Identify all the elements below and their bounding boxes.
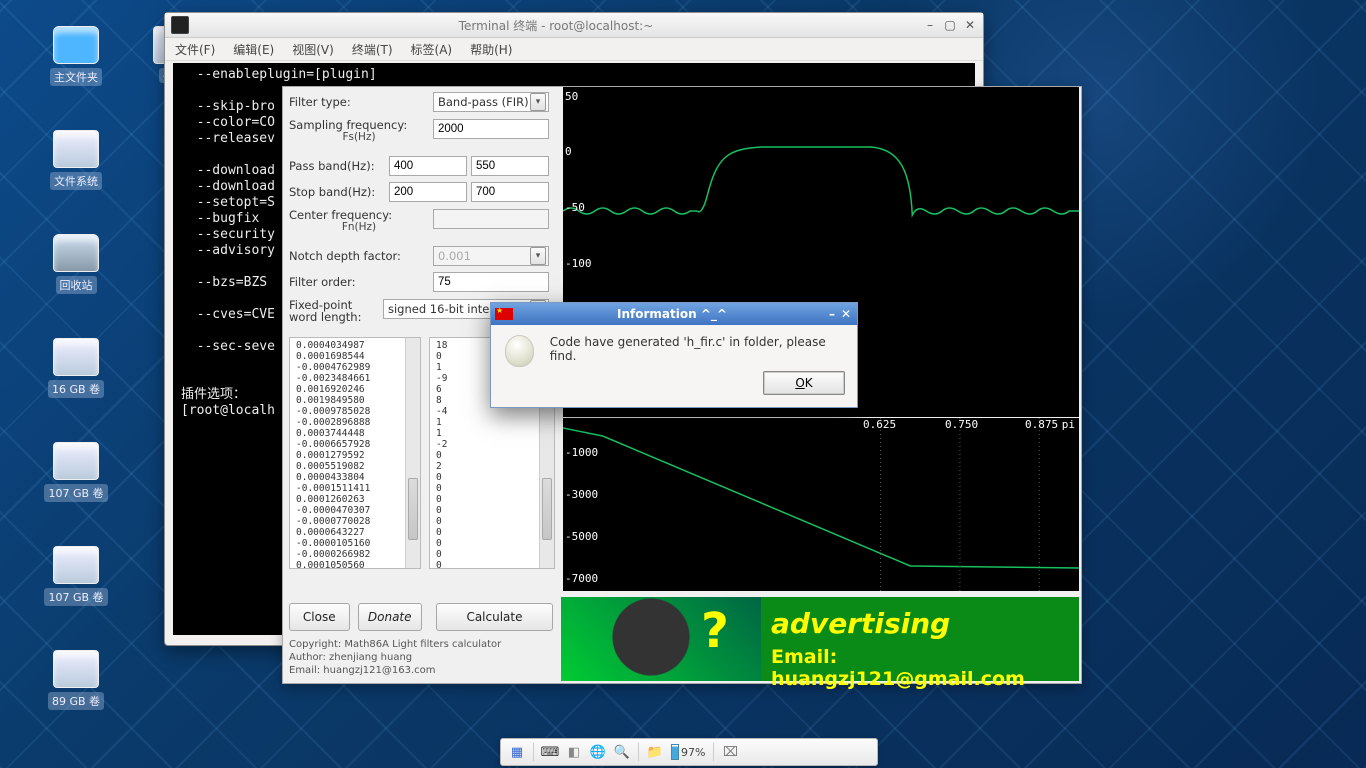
donate-button[interactable]: Donate xyxy=(358,603,422,631)
close-button[interactable]: ✕ xyxy=(963,18,977,32)
bottom-panel[interactable]: ▦ ⌨ ◧ 🌐 🔍 📁 97% ⌧ xyxy=(500,738,878,766)
menu-edit[interactable]: 编辑(E) xyxy=(233,41,274,58)
desktop-icon-drive[interactable]: 89 GB 卷 xyxy=(36,650,116,710)
credits: Copyright: Math86A Light filters calcula… xyxy=(289,638,501,677)
menu-view[interactable]: 视图(V) xyxy=(292,41,334,58)
notch-select: 0.001▾ xyxy=(433,246,549,266)
label-wordlen: Fixed-pointword length: xyxy=(289,299,379,323)
desktop-icon-trash[interactable]: 回收站 xyxy=(36,234,116,294)
filter-button-bar: Close Donate Calculate xyxy=(283,599,559,635)
close-button[interactable]: ✕ xyxy=(839,307,853,321)
chevron-down-icon: ▾ xyxy=(530,247,546,265)
dialog-titlebar[interactable]: Information ^_^ – ✕ xyxy=(491,303,857,325)
drive-icon xyxy=(53,546,99,584)
desktop-icon-home[interactable]: 主文件夹 xyxy=(36,26,116,86)
drive-icon xyxy=(53,442,99,480)
globe-icon[interactable]: 🌐 xyxy=(590,744,606,760)
dialog-title: Information ^_^ xyxy=(519,307,825,321)
advert-banner[interactable]: ? advertising Email: huangzj121@gmail.co… xyxy=(561,597,1079,681)
drive-icon xyxy=(53,650,99,688)
label-notch: Notch depth factor: xyxy=(289,250,429,262)
dialog-message: Code have generated 'h_fir.c' in folder,… xyxy=(550,335,843,363)
terminal-titlebar[interactable]: Terminal 终端 - root@localhost:~ – ▢ ✕ xyxy=(165,13,983,38)
search-icon[interactable]: 🔍 xyxy=(614,744,630,760)
desktop-icon-filesystem[interactable]: 文件系统 xyxy=(36,130,116,190)
minimize-button[interactable]: – xyxy=(923,18,937,32)
app-icon[interactable]: ◧ xyxy=(566,744,582,760)
tray-icon[interactable]: ⌧ xyxy=(722,744,738,760)
maximize-button[interactable]: ▢ xyxy=(943,18,957,32)
chevron-down-icon: ▾ xyxy=(530,93,546,111)
label-passband: Pass band(Hz): xyxy=(289,160,385,172)
flag-icon xyxy=(495,308,513,320)
label-filter-type: Filter type: xyxy=(289,96,429,108)
battery-indicator[interactable]: 97% xyxy=(671,744,705,760)
center-input xyxy=(433,209,549,229)
pcb-image: ? xyxy=(561,597,761,681)
calculate-button[interactable]: Calculate xyxy=(436,603,553,631)
phase-plot: 0.625 0.750 0.875 pi -1000 -3000 -5000 -… xyxy=(563,418,1079,591)
terminal-menubar: 文件(F) 编辑(E) 视图(V) 终端(T) 标签(A) 帮助(H) xyxy=(165,38,983,61)
ok-button[interactable]: OK xyxy=(763,371,845,395)
terminal-icon[interactable]: ⌨ xyxy=(542,744,558,760)
filter-type-select[interactable]: Band-pass (FIR)▾ xyxy=(433,92,549,112)
passband-hi-input[interactable] xyxy=(471,156,549,176)
menu-terminal[interactable]: 终端(T) xyxy=(352,41,393,58)
trash-icon xyxy=(53,234,99,272)
order-input[interactable] xyxy=(433,272,549,292)
sampling-input[interactable] xyxy=(433,119,549,139)
terminal-title: Terminal 终端 - root@localhost:~ xyxy=(195,17,917,34)
desktop-icon-drive[interactable]: 16 GB 卷 xyxy=(36,338,116,398)
stopband-hi-input[interactable] xyxy=(471,182,549,202)
wallpaper-icon[interactable]: ▦ xyxy=(509,744,525,760)
label-center: Center frequency:Fn(Hz) xyxy=(289,209,429,233)
drive-icon xyxy=(53,338,99,376)
folder-icon[interactable]: 📁 xyxy=(647,744,663,760)
minimize-button[interactable]: – xyxy=(825,307,839,321)
menu-file[interactable]: 文件(F) xyxy=(175,41,215,58)
desktop-icon-drive[interactable]: 107 GB 卷 xyxy=(36,546,116,606)
advert-title: advertising xyxy=(771,607,1069,640)
advert-email: Email: huangzj121@gmail.com xyxy=(771,646,1069,690)
stopband-lo-input[interactable] xyxy=(389,182,467,202)
coef-list-float[interactable]: 0.00040349870.0001698544-0.0004762989-0.… xyxy=(289,337,421,569)
label-order: Filter order: xyxy=(289,276,429,288)
menu-tabs[interactable]: 标签(A) xyxy=(411,41,453,58)
label-stopband: Stop band(Hz): xyxy=(289,186,385,198)
passband-lo-input[interactable] xyxy=(389,156,467,176)
desktop-icon-drive[interactable]: 107 GB 卷 xyxy=(36,442,116,502)
home-icon xyxy=(53,26,99,64)
phase-curve xyxy=(563,418,1079,591)
battery-icon xyxy=(671,744,679,760)
terminal-icon xyxy=(171,16,189,34)
label-sampling: Sampling frequency:Fs(Hz) xyxy=(289,119,429,143)
drive-icon xyxy=(53,130,99,168)
scrollbar[interactable] xyxy=(405,338,420,568)
information-dialog: Information ^_^ – ✕ Code have generated … xyxy=(490,302,858,408)
close-button[interactable]: Close xyxy=(289,603,350,631)
lightbulb-icon xyxy=(505,335,534,367)
menu-help[interactable]: 帮助(H) xyxy=(470,41,512,58)
